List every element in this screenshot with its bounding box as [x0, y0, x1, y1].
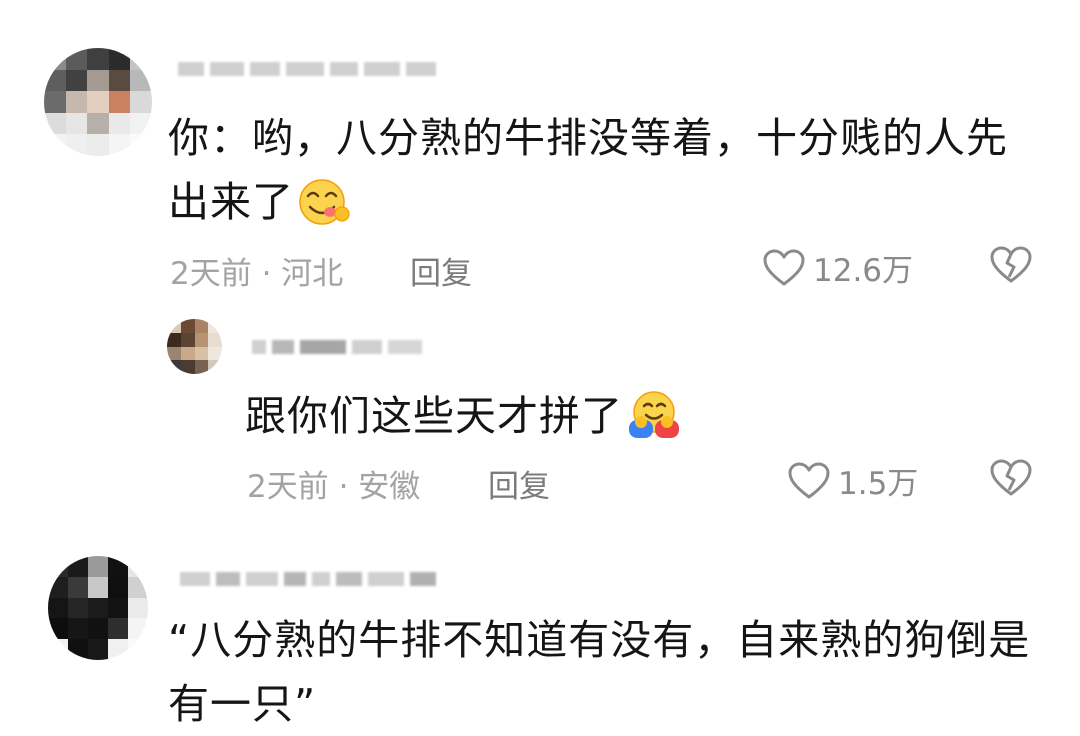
username-blurred[interactable] — [178, 62, 436, 76]
reply-reply-button[interactable]: 回复 — [488, 461, 550, 506]
reply-meta: 2天前 · 安徽 — [247, 461, 420, 506]
comment-meta: 2天前 · 河北 — [170, 248, 343, 293]
reply-location: · 安徽 — [338, 469, 421, 505]
comment-text-content: 你：哟，八分熟的牛排没等着，十分贱的人先出来了 — [168, 114, 1008, 226]
broken-heart-icon — [990, 459, 1032, 497]
dislike-button[interactable] — [990, 246, 1032, 284]
reply-text: 跟你们这些天才拼了 — [245, 384, 1080, 458]
comment-text: “八分熟的牛排不知道有没有，自来熟的狗倒是有一只” — [168, 608, 1048, 736]
reply-like-button[interactable]: 1.5万 — [788, 458, 918, 503]
reply-dislike-button[interactable] — [990, 459, 1032, 497]
heart-outline-icon — [788, 462, 830, 500]
reply-button[interactable]: 回复 — [410, 248, 472, 293]
reply-username-blurred[interactable] — [252, 340, 422, 354]
avatar[interactable] — [48, 556, 148, 660]
avatar[interactable] — [44, 48, 152, 156]
reply-text-content: 跟你们这些天才拼了 — [245, 392, 623, 440]
yum-face-icon — [298, 178, 350, 244]
username-blurred[interactable] — [180, 572, 436, 586]
reply-like-count: 1.5万 — [838, 466, 919, 502]
hugging-face-icon — [627, 390, 681, 458]
like-count: 12.6万 — [813, 253, 914, 289]
comment-text-content: “八分熟的牛排不知道有没有，自来熟的狗倒是有一只” — [168, 616, 1031, 728]
timestamp: 2天前 — [170, 256, 252, 292]
like-button[interactable]: 12.6万 — [763, 245, 913, 290]
location: · 河北 — [261, 256, 344, 292]
broken-heart-icon — [990, 246, 1032, 284]
reply-timestamp: 2天前 — [247, 469, 329, 505]
heart-outline-icon — [763, 249, 805, 287]
comment-text: 你：哟，八分熟的牛排没等着，十分贱的人先出来了 — [168, 106, 1048, 244]
reply-avatar[interactable] — [167, 319, 222, 374]
